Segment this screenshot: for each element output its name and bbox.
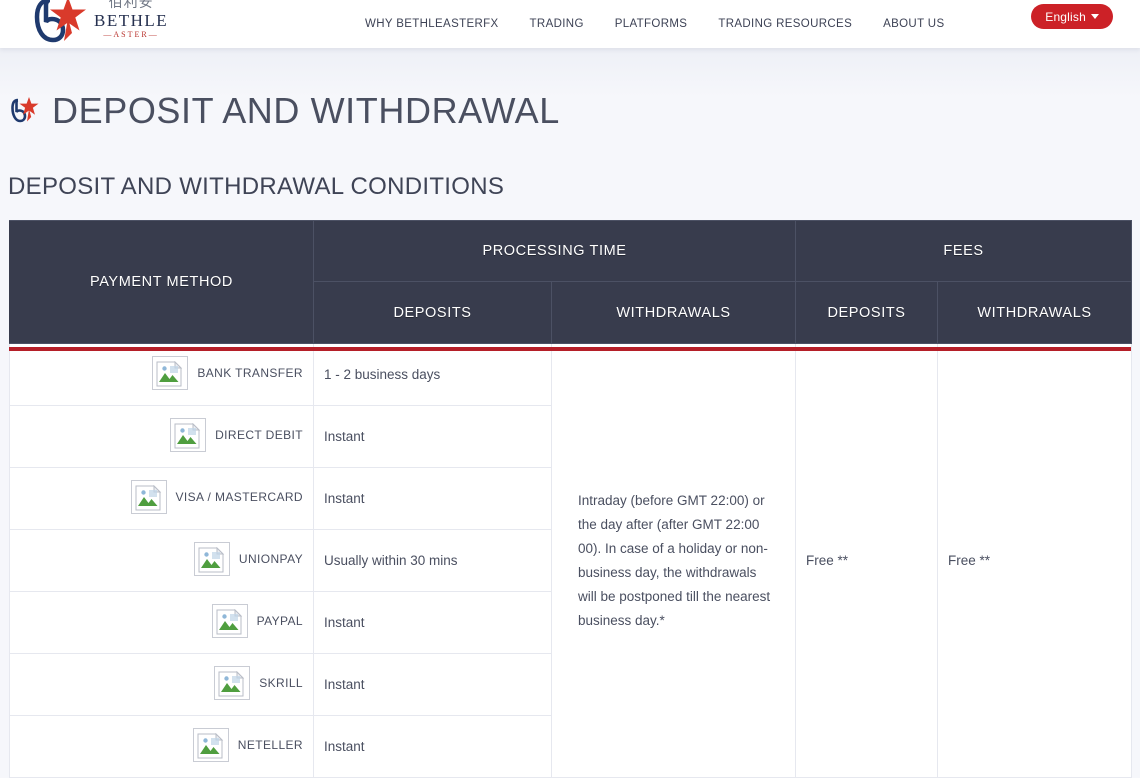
column-header-fees-withdrawals: WITHDRAWALS bbox=[937, 281, 1132, 344]
top-navigation-bar: 佰利安 BETHLE —ASTER— WHY BETHLEASTERFX TRA… bbox=[0, 0, 1140, 48]
broken-image-icon bbox=[192, 728, 229, 762]
nav-item-why-bethleasterfx[interactable]: WHY BETHLEASTERFX bbox=[365, 18, 499, 30]
brand-wordmark: 佰利安 BETHLE —ASTER— bbox=[94, 0, 168, 39]
deposit-withdrawal-conditions-table: PAYMENT METHOD PROCESSING TIME FEES DEPO… bbox=[9, 220, 1132, 778]
cell-payment-method: SKRILL bbox=[9, 653, 314, 716]
cell-processing-time-deposits: 1 - 2 business days bbox=[313, 343, 552, 406]
cell-payment-method: UNIONPAY bbox=[9, 529, 314, 592]
broken-image-icon bbox=[170, 418, 207, 452]
payment-method-label: DIRECT DEBIT bbox=[215, 428, 303, 442]
language-selector-label: English bbox=[1045, 9, 1086, 24]
payment-method-label: SKRILL bbox=[259, 676, 303, 690]
table-body: BANK TRANSFER 1 - 2 business days Intraday… bbox=[9, 343, 1132, 778]
cell-processing-time-deposits: Instant bbox=[313, 715, 552, 778]
cell-processing-time-withdrawals: Intraday (before GMT 22:00) or the day a… bbox=[551, 343, 796, 778]
cell-payment-method: NETELLER bbox=[9, 715, 314, 778]
cell-processing-time-deposits: Instant bbox=[313, 405, 552, 468]
cell-processing-time-deposits: Instant bbox=[313, 591, 552, 654]
nav-item-trading[interactable]: TRADING bbox=[530, 18, 584, 30]
payment-method-label: UNIONPAY bbox=[238, 552, 303, 566]
broken-image-icon bbox=[193, 542, 230, 576]
column-header-processing-withdrawals: WITHDRAWALS bbox=[551, 281, 796, 344]
broken-image-icon bbox=[130, 480, 167, 514]
page-title: DEPOSIT AND WITHDRAWAL bbox=[52, 90, 560, 131]
cell-payment-method: BANK TRANSFER bbox=[9, 343, 314, 406]
broken-image-icon bbox=[211, 604, 248, 638]
cell-payment-method: VISA / MASTERCARD bbox=[9, 467, 314, 530]
cell-processing-time-deposits: Instant bbox=[313, 653, 552, 716]
brand-chinese-name: 佰利安 bbox=[108, 0, 154, 11]
payment-method-label: BANK TRANSFER bbox=[197, 366, 303, 380]
nav-item-about-us[interactable]: ABOUT US bbox=[883, 18, 944, 30]
page-hero: DEPOSIT AND WITHDRAWAL bbox=[0, 48, 1140, 158]
nav-item-platforms[interactable]: PLATFORMS bbox=[615, 18, 688, 30]
broken-image-icon bbox=[152, 356, 189, 390]
brand-name: BETHLE bbox=[94, 11, 169, 30]
column-header-fees-deposits: DEPOSITS bbox=[795, 281, 938, 344]
payment-method-label: NETELLER bbox=[237, 738, 303, 752]
cell-fees-deposits: Free ** bbox=[795, 343, 938, 778]
cell-payment-method: DIRECT DEBIT bbox=[9, 405, 314, 468]
cell-processing-time-deposits: Usually within 30 mins bbox=[313, 529, 552, 592]
payment-method-label: PAYPAL bbox=[256, 614, 303, 628]
column-group-header-fees: FEES bbox=[795, 220, 1132, 282]
section-title: DEPOSIT AND WITHDRAWAL CONDITIONS bbox=[8, 173, 505, 200]
nav-item-trading-resources[interactable]: TRADING RESOURCES bbox=[718, 18, 852, 30]
cell-processing-time-deposits: Instant bbox=[313, 467, 552, 530]
column-group-header-processing-time: PROCESSING TIME bbox=[313, 220, 796, 282]
cell-payment-method: PAYPAL bbox=[9, 591, 314, 654]
broken-image-icon bbox=[214, 666, 251, 700]
deposit-withdrawal-table-wrapper: PAYMENT METHOD PROCESSING TIME FEES DEPO… bbox=[9, 220, 1132, 778]
bethleaster-logo-icon bbox=[30, 0, 92, 48]
main-nav-links: WHY BETHLEASTERFX TRADING PLATFORMS TRAD… bbox=[365, 0, 944, 48]
brand-subtitle: —ASTER— bbox=[103, 30, 159, 39]
withdrawal-processing-note: Intraday (before GMT 22:00) or the day a… bbox=[578, 492, 771, 628]
table-header-row-top: PAYMENT METHOD PROCESSING TIME FEES bbox=[9, 220, 1132, 344]
chevron-down-icon bbox=[1091, 14, 1099, 19]
language-selector-button[interactable]: English bbox=[1031, 4, 1113, 29]
brand-logo-link[interactable]: 佰利安 BETHLE —ASTER— bbox=[30, 0, 168, 48]
column-header-payment-method: PAYMENT METHOD bbox=[9, 220, 314, 344]
page-title-group: DEPOSIT AND WITHDRAWAL bbox=[8, 90, 560, 132]
table-header-underline bbox=[9, 347, 1131, 351]
table-head: PAYMENT METHOD PROCESSING TIME FEES DEPO… bbox=[9, 220, 1132, 344]
column-header-processing-deposits: DEPOSITS bbox=[313, 281, 552, 344]
table-row: BANK TRANSFER 1 - 2 business days Intraday… bbox=[9, 343, 1132, 778]
bethleaster-mark-icon bbox=[8, 96, 42, 126]
payment-method-label: VISA / MASTERCARD bbox=[175, 490, 303, 504]
cell-fees-withdrawals: Free ** bbox=[937, 343, 1132, 778]
